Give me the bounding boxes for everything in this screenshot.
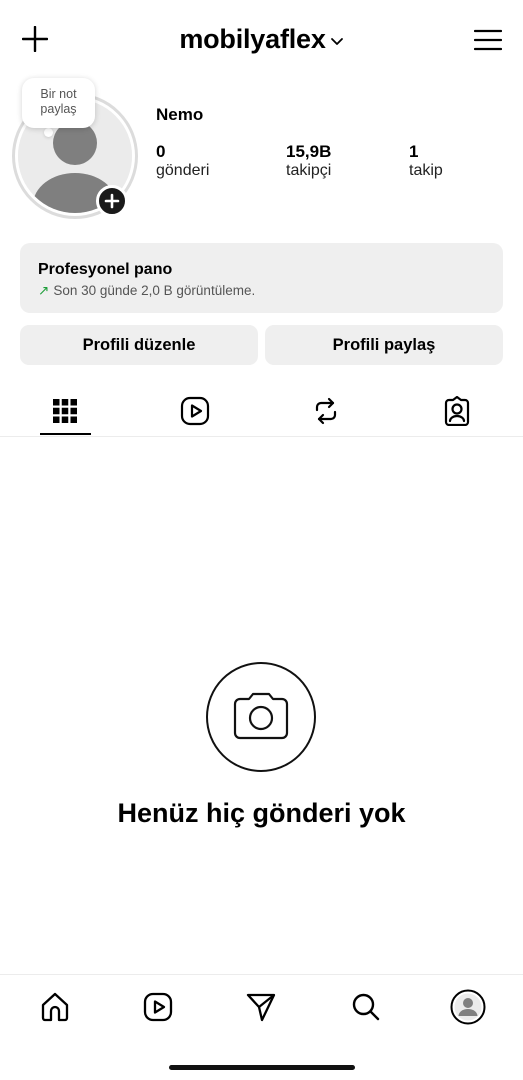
note-bubble-tail <box>44 128 53 137</box>
pro-panel-subtitle-text: Son 30 günde 2,0 B görüntüleme. <box>53 283 256 298</box>
reels-icon <box>143 992 173 1022</box>
empty-state-text: Henüz hiç gönderi yok <box>117 798 406 828</box>
profile-icon <box>450 989 486 1025</box>
nav-profile[interactable] <box>438 985 498 1029</box>
pro-panel-subtitle: ↗ Son 30 günde 2,0 B görüntüleme. <box>38 283 255 299</box>
note-line-1: Bir not <box>40 87 77 101</box>
pro-panel-title: Profesyonel pano <box>38 261 173 278</box>
add-story-button[interactable] <box>96 185 128 217</box>
tab-reels[interactable] <box>130 385 260 437</box>
edit-profile-button[interactable]: Profili düzenle <box>20 325 258 365</box>
home-indicator <box>169 1065 355 1070</box>
stat-value: 15,9B <box>286 142 332 161</box>
nav-home[interactable] <box>25 985 85 1029</box>
tab-tagged[interactable] <box>392 385 522 437</box>
reels-icon <box>180 396 210 426</box>
empty-state-circle <box>206 662 316 772</box>
grid-icon <box>53 399 77 423</box>
profile-name: Nemo <box>156 105 204 124</box>
note-line-2: paylaş <box>40 102 77 116</box>
chevron-down-icon <box>330 23 344 54</box>
account-switcher[interactable]: mobilyaflex <box>0 24 523 55</box>
menu-button[interactable] <box>473 28 503 52</box>
tab-posts[interactable] <box>0 385 130 437</box>
send-icon <box>246 993 276 1022</box>
stat-value: 1 <box>409 142 419 161</box>
home-icon <box>41 992 69 1022</box>
stat-followers[interactable]: 15,9B takipçi <box>286 142 331 180</box>
stat-posts[interactable]: 0 gönderi <box>156 142 209 180</box>
nav-reels[interactable] <box>128 985 188 1029</box>
stat-label: gönderi <box>156 162 210 179</box>
stat-following[interactable]: 1 takip <box>409 142 443 180</box>
search-icon <box>352 993 380 1021</box>
active-tab-indicator <box>40 433 91 435</box>
username-title: mobilyaflex <box>179 24 326 54</box>
stat-label: takipçi <box>286 162 332 179</box>
tab-divider <box>0 436 523 437</box>
plus-icon <box>104 193 120 209</box>
tagged-icon <box>444 396 470 426</box>
nav-search[interactable] <box>336 985 396 1029</box>
stat-label: takip <box>409 162 443 179</box>
nav-messages[interactable] <box>231 985 291 1029</box>
share-profile-button[interactable]: Profili paylaş <box>265 325 503 365</box>
repost-icon <box>315 397 337 425</box>
stat-value: 0 <box>156 142 166 161</box>
note-bubble[interactable]: Bir not paylaş <box>22 78 95 128</box>
tab-reposts[interactable] <box>261 385 391 437</box>
bottom-nav-divider <box>0 974 523 975</box>
hamburger-menu-icon <box>473 29 503 51</box>
trend-up-icon: ↗ <box>38 283 50 298</box>
camera-icon <box>233 692 289 740</box>
